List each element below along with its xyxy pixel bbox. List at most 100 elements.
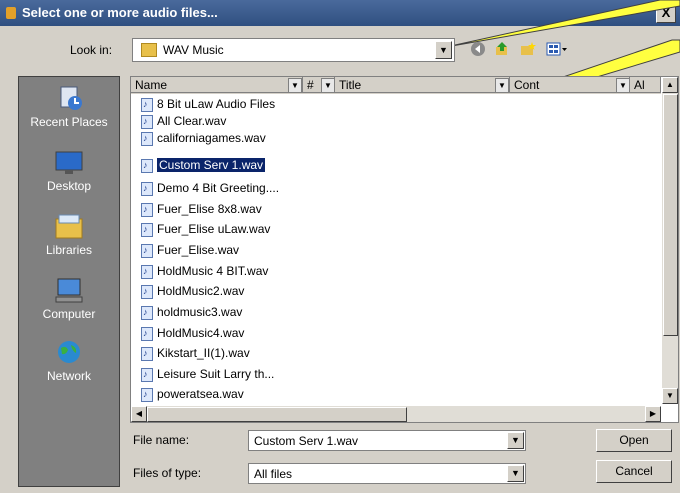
file-name: HoldMusic 4 BIT.wav [157, 264, 269, 278]
chevron-down-icon[interactable]: ▼ [321, 78, 335, 93]
place-label: Network [46, 369, 91, 383]
file-name: Fuer_Elise.wav [157, 243, 240, 257]
title-bar[interactable]: Select one or more audio files... X [0, 0, 680, 26]
column-name-label: Name [135, 78, 168, 92]
files-of-type-dropdown[interactable]: All files ▼ [248, 463, 526, 484]
scroll-down-icon[interactable]: ▼ [662, 388, 678, 404]
close-button[interactable]: X [656, 4, 676, 23]
open-button[interactable]: Open [596, 429, 672, 452]
file-name: californiagames.wav [157, 131, 266, 145]
file-list[interactable]: Name ▼ # ▼ Title ▼ Cont ▼ Al 8 Bit uLaw … [130, 76, 679, 423]
folder-icon [141, 43, 157, 57]
list-item[interactable]: HoldMusic 4 BIT.wav [141, 263, 661, 280]
file-name: holdmusic3.wav [157, 305, 243, 319]
place-label: Recent Places [30, 115, 108, 129]
recent-places-icon [60, 86, 82, 110]
files-of-type-value: All files [254, 467, 293, 481]
libraries-icon [55, 214, 83, 239]
audio-file-icon [141, 221, 153, 238]
file-name: Custom Serv 1.wav [155, 157, 267, 173]
vertical-scrollbar[interactable]: ▲ ▼ [662, 77, 678, 404]
scrollbar-thumb[interactable] [147, 407, 407, 422]
list-item-selected[interactable]: Custom Serv 1.wav [141, 157, 661, 174]
audio-file-icon [141, 283, 153, 300]
list-item[interactable]: Fuer_Elise uLaw.wav [141, 221, 661, 238]
list-item[interactable]: 8 Bit uLaw Audio Files [141, 96, 661, 113]
file-name: HoldMusic2.wav [157, 284, 245, 298]
file-name-value: Custom Serv 1.wav [254, 434, 359, 448]
list-item[interactable]: Demo 4 Bit Greeting.... [141, 180, 661, 197]
audio-file-icon [141, 113, 153, 130]
place-network[interactable]: Network [19, 339, 119, 383]
places-sidebar: Recent Places Desktop Libraries Computer… [18, 76, 120, 487]
list-item[interactable]: HoldMusic4.wav [141, 325, 661, 342]
column-name[interactable]: Name [131, 77, 303, 93]
audio-file-icon [141, 263, 153, 280]
window-title: Select one or more audio files... [22, 5, 218, 20]
list-item[interactable]: All Clear.wav [141, 113, 661, 130]
chevron-down-icon[interactable]: ▼ [507, 465, 524, 482]
place-libraries[interactable]: Libraries [19, 213, 119, 257]
list-item[interactable]: Kikstart_II(1).wav [141, 345, 661, 362]
scroll-left-icon[interactable]: ◀ [131, 406, 147, 422]
file-name: HoldMusic4.wav [157, 326, 245, 340]
shortcut-icon [141, 96, 153, 113]
audio-file-icon [141, 386, 153, 403]
column-number-label: # [307, 78, 314, 92]
column-album-label: Al [634, 78, 645, 92]
column-album[interactable]: Al [630, 77, 661, 93]
place-computer[interactable]: Computer [19, 277, 119, 321]
cancel-button[interactable]: Cancel [596, 460, 672, 483]
new-folder-icon[interactable] [520, 41, 536, 57]
column-title-label: Title [339, 78, 362, 92]
back-icon[interactable] [470, 41, 486, 57]
audio-file-icon [141, 242, 153, 259]
up-folder-icon[interactable] [494, 41, 510, 57]
list-item[interactable]: californiagames.wav [141, 130, 661, 147]
files-of-type-label: Files of type: [133, 466, 202, 480]
look-in-label: Look in: [70, 43, 113, 57]
place-desktop[interactable]: Desktop [19, 149, 119, 193]
column-contributing-label: Cont [514, 78, 540, 92]
audio-file-icon [141, 304, 153, 321]
list-item[interactable]: HoldMusic2.wav [141, 283, 661, 300]
scrollbar-thumb[interactable] [663, 94, 678, 336]
list-item[interactable]: Fuer_Elise.wav [141, 242, 661, 259]
place-label: Computer [42, 307, 96, 321]
look-in-value: WAV Music [163, 43, 224, 57]
place-label: Desktop [46, 179, 92, 193]
list-item[interactable]: holdmusic3.wav [141, 304, 661, 321]
column-contributing[interactable]: Cont [510, 77, 630, 93]
list-item[interactable]: poweratsea.wav [141, 386, 661, 403]
view-menu-icon[interactable] [546, 41, 568, 57]
list-item[interactable]: Fuer_Elise 8x8.wav [141, 201, 661, 218]
file-name: Fuer_Elise uLaw.wav [157, 222, 271, 236]
place-label: Libraries [45, 243, 93, 257]
scroll-up-icon[interactable]: ▲ [662, 77, 678, 93]
look-in-dropdown[interactable]: WAV Music ▼ [132, 38, 455, 62]
file-name: Demo 4 Bit Greeting.... [157, 181, 280, 195]
file-name: poweratsea.wav [157, 387, 244, 401]
desktop-icon [55, 151, 83, 174]
network-icon [58, 341, 80, 363]
chevron-down-icon[interactable]: ▼ [288, 78, 302, 93]
file-name-field[interactable]: Custom Serv 1.wav ▼ [248, 430, 526, 451]
horizontal-scrollbar[interactable]: ◀ ▶ [131, 406, 661, 422]
file-name: Kikstart_II(1).wav [157, 346, 250, 360]
computer-icon [55, 278, 83, 303]
chevron-down-icon[interactable]: ▼ [507, 432, 524, 449]
chevron-down-icon[interactable]: ▼ [435, 41, 452, 59]
column-header: Name ▼ # ▼ Title ▼ Cont ▼ Al [131, 77, 661, 94]
audio-file-icon [141, 180, 153, 197]
list-item[interactable]: Leisure Suit Larry th... [141, 366, 661, 383]
audio-file-icon [141, 130, 153, 147]
file-name: All Clear.wav [157, 114, 227, 128]
column-title[interactable]: Title [335, 77, 510, 93]
chevron-down-icon[interactable]: ▼ [495, 78, 509, 93]
chevron-down-icon[interactable]: ▼ [616, 78, 630, 93]
file-name: Leisure Suit Larry th... [157, 367, 275, 381]
place-recent-places[interactable]: Recent Places [19, 85, 119, 129]
scroll-right-icon[interactable]: ▶ [645, 406, 661, 422]
audio-file-icon [141, 201, 153, 218]
audio-file-icon [141, 345, 153, 362]
